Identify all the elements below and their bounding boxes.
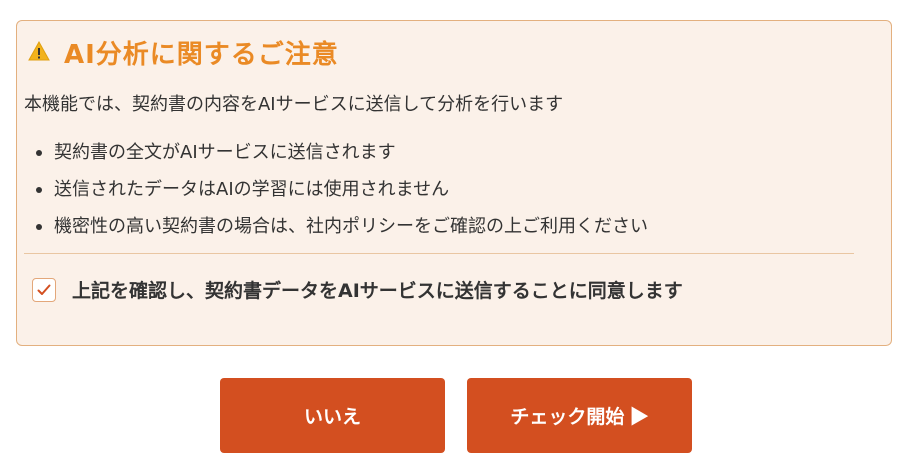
notice-bullet-list: 契約書の全文がAIサービスに送信されます 送信されたデータはAIの学習には使用さ… <box>36 134 648 245</box>
list-item: 機密性の高い契約書の場合は、社内ポリシーをご確認の上ご利用ください <box>36 208 648 245</box>
list-item: 契約書の全文がAIサービスに送信されます <box>36 134 648 171</box>
consent-checkbox[interactable] <box>32 277 56 302</box>
consent-label[interactable]: 上記を確認し、契約書データをAIサービスに送信することに同意します <box>72 276 683 303</box>
consent-row[interactable]: 上記を確認し、契約書データをAIサービスに送信することに同意します <box>32 276 683 303</box>
bullet-text: 契約書の全文がAIサービスに送信されます <box>54 142 396 163</box>
bullet-icon <box>36 223 42 230</box>
bullet-text: 機密性の高い契約書の場合は、社内ポリシーをご確認の上ご利用ください <box>54 216 648 237</box>
warning-icon <box>28 40 64 65</box>
notice-header: AI分析に関するご注意 <box>28 34 339 71</box>
notice-description: 本機能では、契約書の内容をAIサービスに送信して分析を行います <box>24 94 564 115</box>
no-button[interactable]: いいえ <box>220 378 445 453</box>
bullet-icon <box>36 186 42 193</box>
notice-title: AI分析に関するご注意 <box>64 40 339 70</box>
bullet-text: 送信されたデータはAIの学習には使用されません <box>54 179 450 200</box>
start-check-button[interactable]: チェック開始 ▶ <box>467 378 692 453</box>
divider <box>24 253 854 254</box>
bullet-icon <box>36 149 42 156</box>
checkmark-icon <box>37 284 51 295</box>
list-item: 送信されたデータはAIの学習には使用されません <box>36 171 648 208</box>
